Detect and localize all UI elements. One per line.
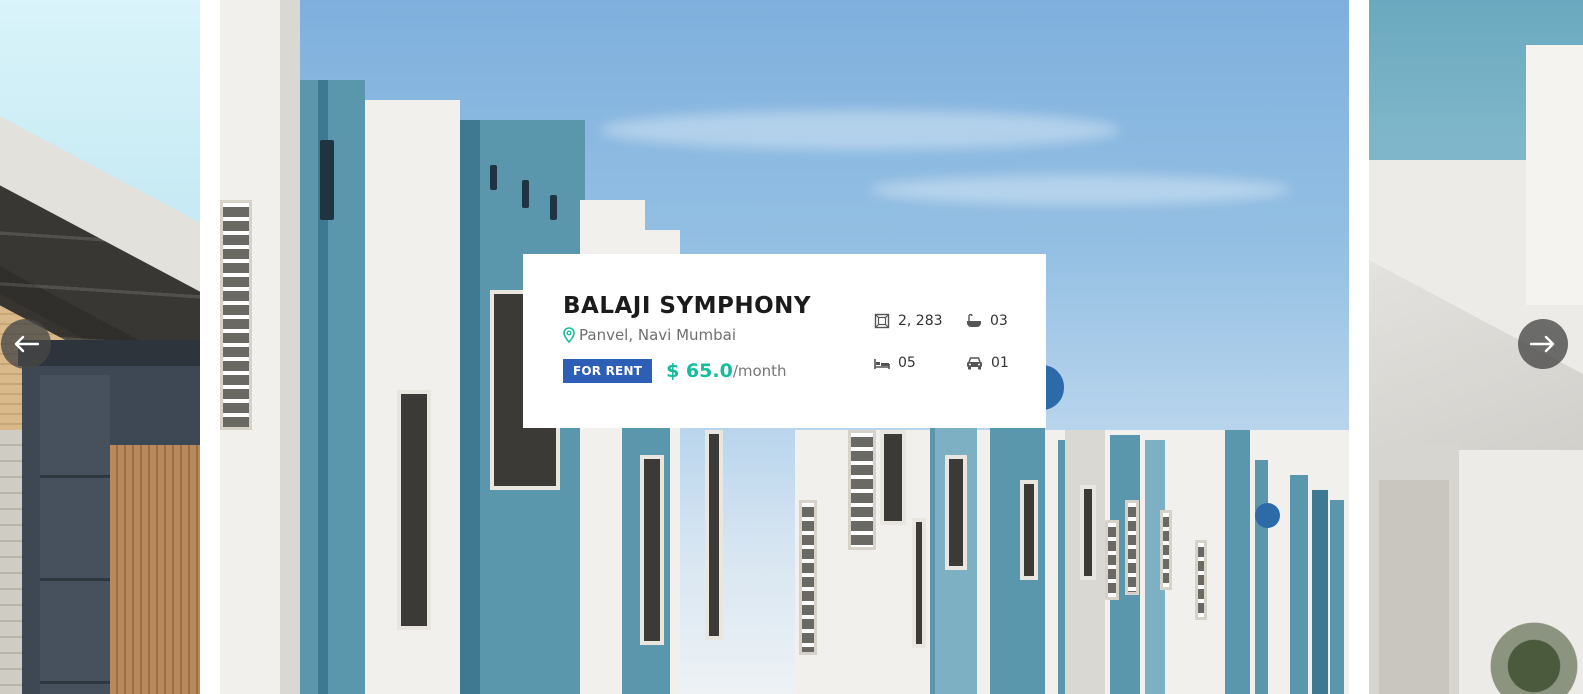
- window: [640, 455, 664, 645]
- window: [848, 430, 876, 550]
- white-tower: [1526, 45, 1583, 305]
- slot-window: [550, 195, 557, 220]
- shrub: [1479, 600, 1583, 694]
- feature-garage: 01: [966, 354, 1019, 372]
- car-icon: [967, 357, 982, 370]
- area-icon: [874, 313, 890, 329]
- window: [880, 430, 906, 525]
- status-badge: FOR RENT: [563, 359, 653, 383]
- bedrooms-value: 05: [898, 355, 916, 371]
- bathrooms-value: 03: [990, 313, 1008, 329]
- arrow-right-icon: [1530, 335, 1555, 353]
- parapet: [365, 125, 425, 155]
- property-card[interactable]: BALAJI SYMPHONY Panvel, Navi Mumbai FOR …: [523, 254, 1046, 428]
- slot-window: [490, 165, 497, 190]
- building: [1225, 430, 1250, 694]
- facade-panel: [40, 375, 110, 694]
- area-value: 2, 283: [898, 313, 943, 329]
- property-features: 2, 283 03 05 01: [874, 312, 1019, 372]
- bathtub-icon: [967, 313, 981, 327]
- window: [220, 200, 252, 430]
- garage-value: 01: [991, 355, 1009, 371]
- window: [1160, 510, 1172, 590]
- window: [912, 518, 926, 648]
- slider-prev-button[interactable]: [1, 319, 51, 369]
- slot-window: [320, 140, 334, 220]
- slider-next-button[interactable]: [1518, 319, 1568, 369]
- cloud: [870, 175, 1290, 205]
- building: [1312, 490, 1328, 694]
- window: [1020, 480, 1038, 580]
- window: [397, 390, 431, 630]
- window: [1080, 485, 1096, 580]
- wooden-door: [110, 445, 200, 694]
- cloud: [600, 110, 1120, 150]
- window: [1195, 540, 1207, 620]
- building: [1290, 475, 1308, 694]
- satellite-dish: [1255, 503, 1280, 528]
- window: [1105, 520, 1119, 600]
- building: [1330, 500, 1344, 694]
- price-value: $ 65.0: [666, 360, 733, 382]
- window: [799, 500, 817, 655]
- building-teal-shadow: [460, 120, 480, 694]
- building-edge: [280, 0, 300, 694]
- arrow-left-icon: [14, 335, 39, 353]
- window: [945, 455, 967, 570]
- price-period: /month: [732, 362, 787, 380]
- feature-area: 2, 283: [874, 312, 966, 330]
- window: [1125, 500, 1139, 595]
- window: [705, 430, 723, 640]
- feature-bedrooms: 05: [874, 354, 966, 372]
- map-pin-icon: [563, 327, 575, 343]
- location-text: Panvel, Navi Mumbai: [579, 326, 737, 344]
- feature-bathrooms: 03: [966, 312, 1019, 330]
- bed-icon: [874, 359, 890, 369]
- slot-window: [522, 180, 529, 208]
- doorway-inner: [1379, 480, 1449, 694]
